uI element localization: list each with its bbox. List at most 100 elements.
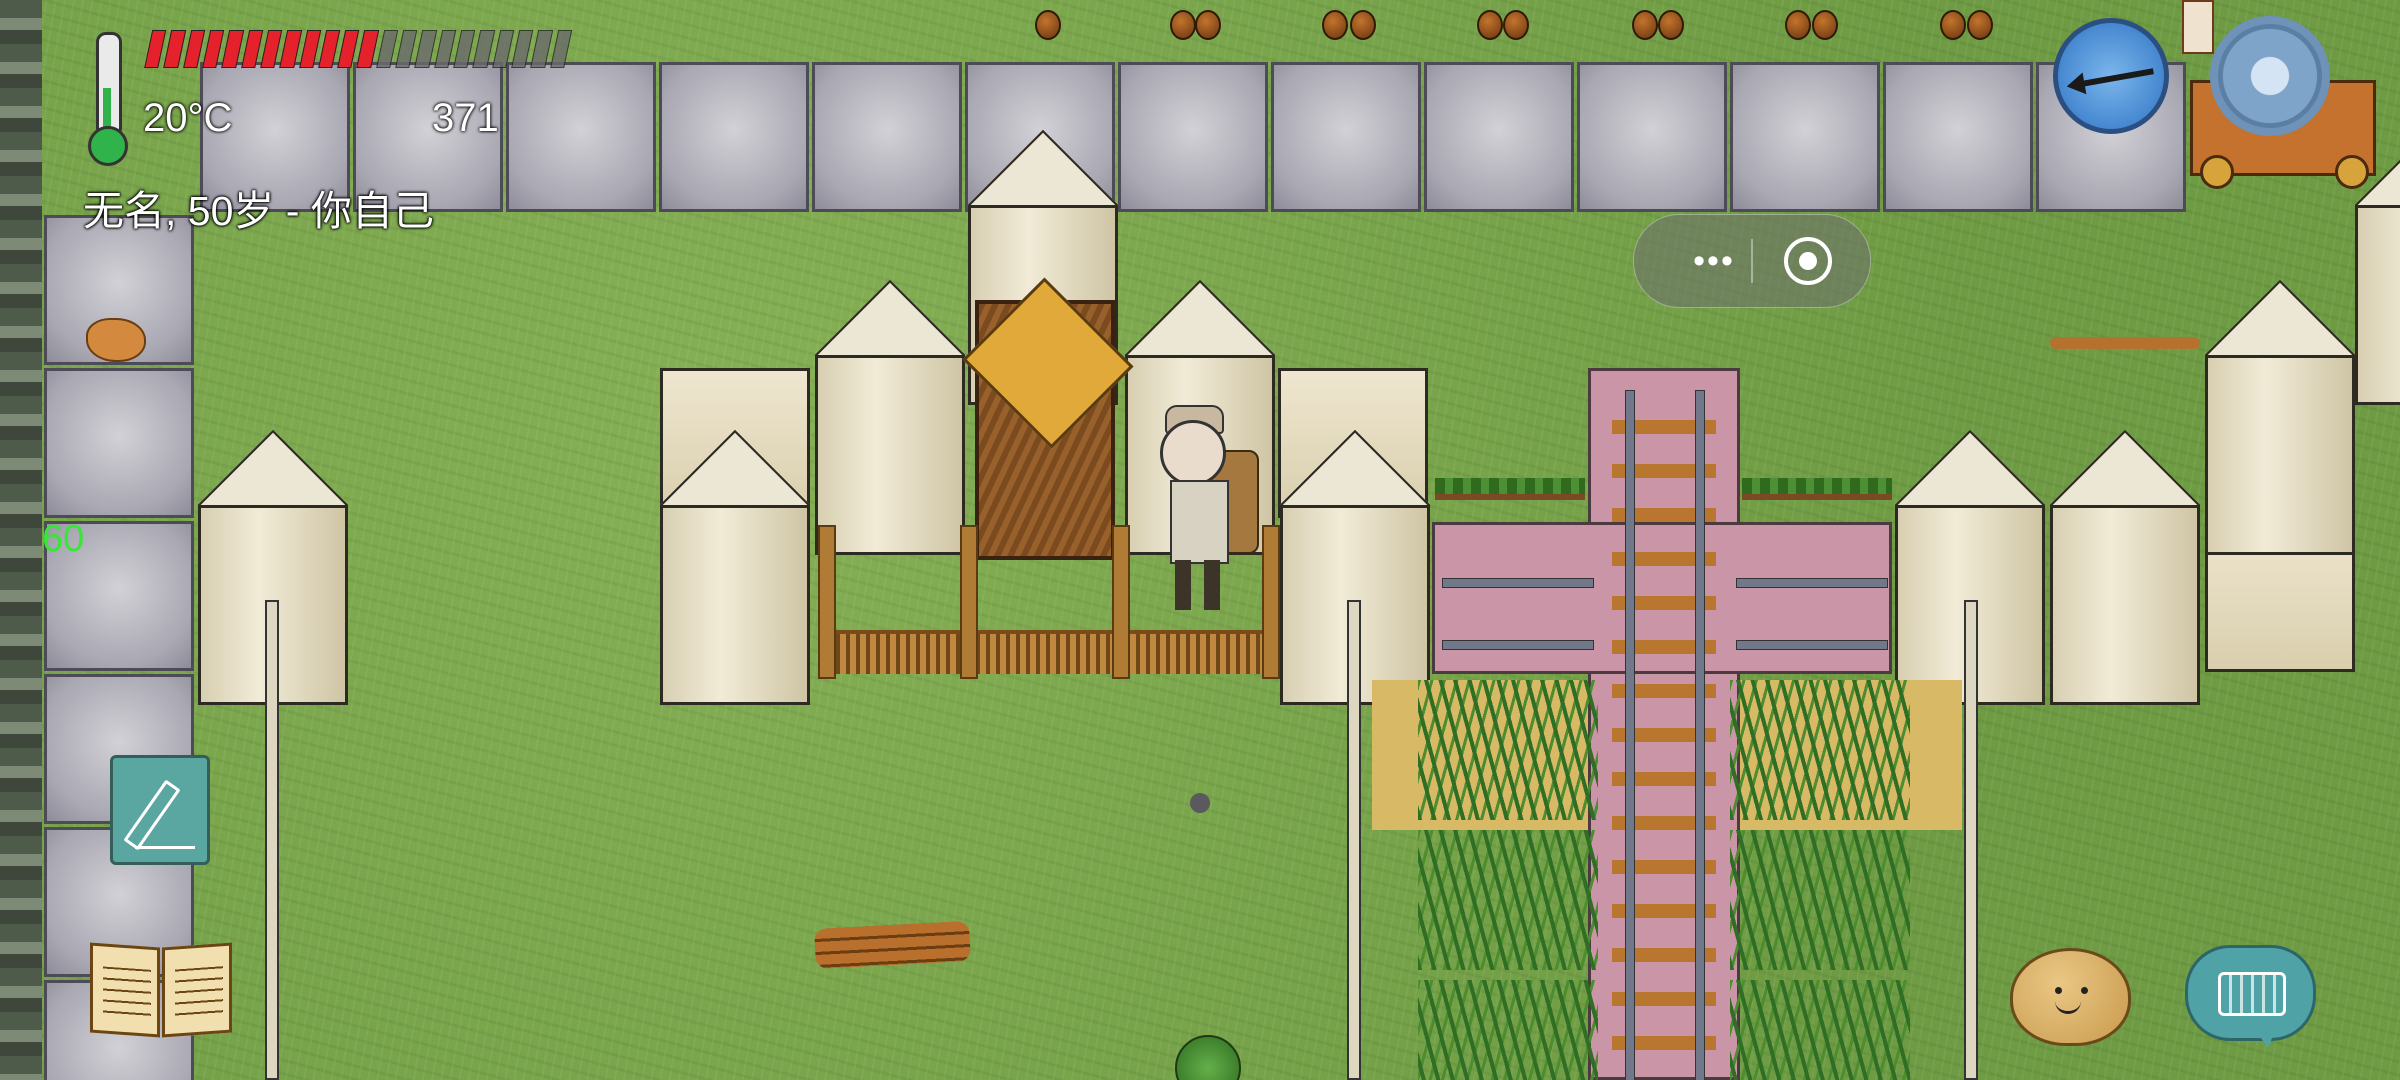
rail-track[interactable] (1695, 390, 1705, 1080)
gooseberry[interactable] (1940, 10, 1966, 40)
book-icon (90, 942, 160, 1038)
game-world[interactable] (0, 0, 2400, 1080)
sugarcane-plant[interactable] (1418, 980, 1598, 1080)
flagstone-floor (1118, 62, 1268, 212)
sugarcane-plant[interactable] (1730, 680, 1910, 820)
note-button[interactable] (110, 755, 210, 865)
character-head (1160, 420, 1226, 486)
gooseberry[interactable] (1632, 10, 1658, 40)
compass-needle (2076, 68, 2154, 88)
player-character[interactable] (1150, 400, 1260, 620)
target-icon[interactable] (1784, 237, 1832, 285)
wooden-fence[interactable] (820, 630, 1270, 674)
food-pip-empty (472, 30, 495, 68)
gooseberry[interactable] (1658, 10, 1684, 40)
fence-post (1112, 525, 1130, 679)
rail-track[interactable] (1442, 640, 1594, 650)
gooseberry[interactable] (1195, 10, 1221, 40)
round-stone[interactable] (1190, 793, 1210, 813)
food-pip-empty (491, 30, 515, 68)
flagstone-floor (1730, 62, 1880, 212)
rail-track[interactable] (1736, 578, 1888, 588)
recipe-book-button[interactable] (90, 942, 235, 1041)
character-legs (1175, 560, 1220, 610)
emote-smile (2055, 999, 2081, 1014)
cart-wheel (2200, 155, 2234, 189)
temperature-readout: 20°C (143, 96, 233, 140)
cart-sign (2182, 0, 2214, 54)
capsule-divider (1751, 239, 1753, 283)
food-pip-full (298, 30, 322, 68)
food-pip-empty (530, 30, 553, 68)
wall-post (265, 600, 279, 1080)
fps-counter: 60 (42, 518, 85, 560)
rail-track[interactable] (1442, 578, 1594, 588)
rock-wall-left (0, 0, 42, 1080)
gooseberry[interactable] (1785, 10, 1811, 40)
rail-track[interactable] (1736, 640, 1888, 650)
more-dots-icon[interactable]: ••• (1666, 239, 1762, 283)
long-stick[interactable] (2050, 337, 2200, 349)
food-pip-empty (433, 30, 457, 68)
rail-track[interactable] (1625, 390, 1635, 1080)
gooseberry[interactable] (1322, 10, 1348, 40)
chat-keyboard-button[interactable] (2185, 945, 2316, 1048)
thermometer-icon (84, 28, 130, 166)
flagstone-floor (44, 368, 194, 518)
gooseberry[interactable] (1170, 10, 1196, 40)
speech-bubble-tail (2254, 1028, 2276, 1048)
flagstone-floor (1577, 62, 1727, 212)
emote-face-icon (2055, 987, 2062, 994)
sprout-row[interactable] (1742, 478, 1892, 500)
fence-post (818, 525, 836, 679)
emote-button[interactable] (2010, 948, 2131, 1046)
food-pip-full (182, 30, 206, 68)
copper-ore[interactable] (86, 318, 146, 362)
sprout-row[interactable] (1435, 478, 1585, 500)
emote-eye (2081, 987, 2088, 994)
sugarcane-plant[interactable] (1730, 830, 1910, 970)
counter-readout: 371 (432, 96, 499, 140)
food-pip-full (163, 30, 186, 68)
berry-bush[interactable] (1175, 1035, 1241, 1080)
gooseberry[interactable] (1503, 10, 1529, 40)
food-pip-full (337, 30, 360, 68)
fence-post (960, 525, 978, 679)
food-pip-full (260, 30, 283, 68)
flagstone-floor (1424, 62, 1574, 212)
flagstone-floor (1271, 62, 1421, 212)
gooseberry[interactable] (1812, 10, 1838, 40)
food-pip-full (279, 30, 302, 68)
fence-post (1262, 525, 1280, 679)
wall-post (1964, 600, 1978, 1080)
compass-icon[interactable] (2053, 18, 2169, 134)
sugarcane-plant[interactable] (1418, 680, 1598, 820)
pencil-underline (135, 846, 195, 849)
keyboard-icon (2218, 972, 2286, 1016)
food-pip-empty (375, 30, 399, 68)
flagstone-floor (812, 62, 962, 212)
flagstone-floor (506, 62, 656, 212)
gooseberry[interactable] (1967, 10, 1993, 40)
gooseberry[interactable] (1477, 10, 1503, 40)
food-meter (144, 30, 573, 70)
food-pip-empty (414, 30, 437, 68)
gooseberry[interactable] (1035, 10, 1061, 40)
food-pip-full (240, 30, 264, 68)
gooseberry[interactable] (1350, 10, 1376, 40)
firewood-pile[interactable] (814, 920, 971, 970)
food-pip-full (202, 30, 225, 68)
food-pip-full (221, 30, 244, 68)
food-pip-empty (453, 30, 476, 68)
character-name-age: 无名, 50岁 - 你自己 (83, 188, 434, 234)
food-pip-empty (511, 30, 534, 68)
food-pip-empty (395, 30, 418, 68)
flagstone-floor (1883, 62, 2033, 212)
gear-icon[interactable] (2210, 16, 2330, 136)
sugarcane-plant[interactable] (1418, 830, 1598, 970)
food-pip-full (317, 30, 341, 68)
wall-post (1347, 600, 1361, 1080)
book-page-right (162, 942, 232, 1038)
mini-program-capsule[interactable]: ••• (1633, 214, 1871, 308)
sugarcane-plant[interactable] (1730, 980, 1910, 1080)
